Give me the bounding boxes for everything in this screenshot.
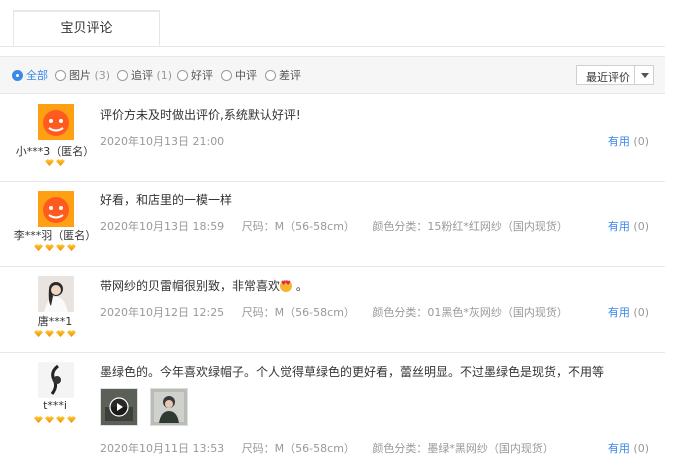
review-video-thumbnail[interactable]	[100, 388, 138, 426]
radio-icon[interactable]	[55, 70, 66, 81]
filter-all[interactable]: 全部	[12, 68, 48, 84]
review-text: 墨绿色的。今年喜欢绿帽子。个人觉得草绿色的更好看，蕾丝明显。不过墨绿色是现货，不…	[100, 365, 605, 379]
rank-heart-icon	[67, 330, 76, 337]
rank-heart-icon	[45, 159, 54, 166]
radio-icon[interactable]	[117, 70, 128, 81]
avatar	[38, 276, 74, 312]
rank-heart-icon	[45, 330, 54, 337]
user-rank	[0, 244, 110, 251]
filter-neutral[interactable]: 中评	[221, 68, 257, 84]
tab-bar: 宝贝评论	[0, 0, 665, 47]
chevron-down-icon[interactable]	[641, 73, 649, 78]
review-size: 尺码：M（56-58cm）	[241, 220, 355, 233]
username: 唐***1	[37, 315, 73, 328]
rank-heart-icon	[45, 244, 54, 251]
review-date: 2020年10月13日 21:00	[100, 135, 225, 148]
review-color: 颜色分类：15粉红*红网纱（国内现货）	[372, 220, 568, 233]
rank-heart-icon	[67, 244, 76, 251]
sort-label: 最近评价	[586, 71, 630, 84]
useful-button[interactable]: 有用 (0)	[608, 133, 649, 149]
filter-negative[interactable]: 差评	[265, 68, 301, 84]
radio-icon[interactable]	[177, 70, 188, 81]
divider	[634, 66, 635, 84]
user-rank	[0, 330, 110, 337]
tab-reviews[interactable]: 宝贝评论	[13, 10, 160, 46]
review-date: 2020年10月11日 13:53	[100, 442, 225, 455]
filter-positive[interactable]: 好评	[177, 68, 213, 84]
review-size: 尺码：M（56-58cm）	[241, 442, 355, 455]
rank-heart-icon	[45, 416, 54, 423]
review-text: 评价方未及时做出评价,系统默认好评!	[100, 108, 301, 122]
rank-heart-icon	[56, 244, 65, 251]
user-rank	[0, 416, 110, 423]
radio-selected-icon[interactable]	[12, 70, 23, 81]
useful-button[interactable]: 有用 (0)	[608, 440, 649, 456]
user-rank	[0, 159, 110, 166]
filter-followup[interactable]: 追评 (1)	[117, 68, 172, 84]
review-filter-bar: 全部 图片 (3) 追评 (1) 好评 中评 差评 最近评价	[0, 56, 665, 94]
review-meta: 2020年10月13日 18:59 尺码：M（56-58cm） 颜色分类：15粉…	[100, 218, 582, 234]
avatar	[38, 104, 74, 140]
review-size: 尺码：M（56-58cm）	[241, 306, 355, 319]
username: 李***羽（匿名）	[13, 229, 97, 242]
avatar	[38, 191, 74, 227]
review-date: 2020年10月13日 18:59	[100, 220, 225, 233]
useful-button[interactable]: 有用 (0)	[608, 304, 649, 320]
useful-button[interactable]: 有用 (0)	[608, 218, 649, 234]
review-item: 李***羽（匿名） 好看，和店里的一模一样 2020年10月13日 18:59 …	[0, 181, 665, 267]
review-meta: 2020年10月11日 13:53 尺码：M（56-58cm） 颜色分类：墨绿*…	[100, 440, 568, 456]
review-text: 带网纱的贝雷帽很别致，非常喜欢 。	[100, 277, 308, 294]
username: t***i	[43, 399, 67, 412]
rank-heart-icon	[34, 330, 43, 337]
rank-heart-icon	[56, 159, 65, 166]
review-meta: 2020年10月12日 12:25 尺码：M（56-58cm） 颜色分类：01黑…	[100, 304, 582, 320]
radio-icon[interactable]	[265, 70, 276, 81]
sort-dropdown[interactable]: 最近评价	[576, 65, 654, 85]
radio-icon[interactable]	[221, 70, 232, 81]
rank-heart-icon	[34, 416, 43, 423]
review-color: 颜色分类：墨绿*黑网纱（国内现货）	[372, 442, 554, 455]
review-text: 好看，和店里的一模一样	[100, 193, 233, 207]
review-color: 颜色分类：01黑色*灰网纱（国内现货）	[372, 306, 568, 319]
review-date: 2020年10月12日 12:25	[100, 306, 225, 319]
username: 小***3（匿名）	[15, 145, 95, 158]
rank-heart-icon	[56, 416, 65, 423]
rank-heart-icon	[34, 244, 43, 251]
filter-images[interactable]: 图片 (3)	[55, 68, 110, 84]
heart-eyes-emoji-icon	[280, 280, 293, 292]
review-meta: 2020年10月13日 21:00	[100, 133, 238, 149]
rank-heart-icon	[56, 330, 65, 337]
avatar	[38, 362, 74, 398]
review-item: 唐***1 带网纱的贝雷帽很别致，非常喜欢 。 2020年10月12日 12:2…	[0, 266, 665, 353]
review-item: 小***3（匿名） 评价方未及时做出评价,系统默认好评! 2020年10月13日…	[0, 96, 665, 182]
rank-heart-icon	[67, 416, 76, 423]
review-photo-thumbnail[interactable]	[150, 388, 188, 426]
